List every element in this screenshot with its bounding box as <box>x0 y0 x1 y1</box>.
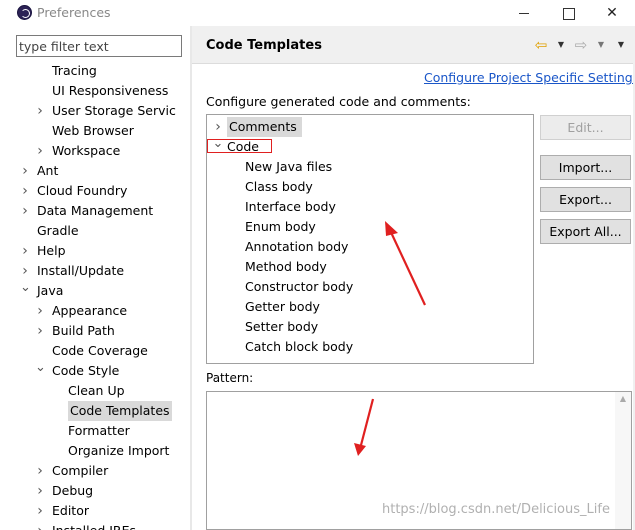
chevron-right-icon[interactable]: › <box>35 461 45 481</box>
template-tree[interactable]: › Comments ⌄ Code New Java files Class body In… <box>206 114 534 364</box>
forward-arrow-icon[interactable]: ⇨ <box>572 36 590 54</box>
tree-item-formatter[interactable]: Formatter <box>68 421 130 441</box>
chevron-right-icon[interactable]: › <box>212 117 224 137</box>
template-item-enum-body[interactable]: Enum body <box>245 217 316 237</box>
template-item-getter-body[interactable]: Getter body <box>245 297 320 317</box>
tree-item-tracing[interactable]: Tracing <box>52 61 97 81</box>
export-all-button[interactable]: Export All... <box>540 219 631 244</box>
configure-label: Configure generated code and comments: <box>206 94 471 109</box>
chevron-down-icon[interactable]: ⌄ <box>212 137 224 157</box>
chevron-down-icon[interactable]: ⌄ <box>20 281 31 301</box>
tree-item-user-storage-servic[interactable]: User Storage Servic <box>52 101 176 121</box>
preferences-sidebar: TracingUI Responsiveness › User Storage Se… <box>0 26 190 530</box>
chevron-down-icon[interactable]: ⌄ <box>35 361 46 381</box>
chevron-right-icon[interactable]: › <box>35 501 45 521</box>
tree-item-web-browser[interactable]: Web Browser <box>52 121 134 141</box>
page-header: Code Templates ⇦ ▼ ⇨ ▼ ▼ <box>192 26 635 64</box>
template-item-new-java-files[interactable]: New Java files <box>245 157 332 177</box>
tree-item-ant[interactable]: Ant <box>37 161 58 181</box>
tree-item-help[interactable]: Help <box>37 241 66 261</box>
tree-item-code-templates[interactable]: Code Templates <box>68 401 172 421</box>
chevron-right-icon[interactable]: › <box>20 261 30 281</box>
scroll-up-arrow-icon[interactable]: ▲ <box>615 394 631 403</box>
template-item-code[interactable]: Code <box>227 137 259 157</box>
template-item-constructor-body[interactable]: Constructor body <box>245 277 353 297</box>
title-bar: Preferences ✕ <box>0 0 635 26</box>
template-item-annotation-body[interactable]: Annotation body <box>245 237 348 257</box>
chevron-right-icon[interactable]: › <box>35 521 45 530</box>
tree-item-code-style[interactable]: Code Style <box>52 361 119 381</box>
watermark: https://blog.csdn.net/Delicious_Life <box>382 502 610 517</box>
tree-item-gradle[interactable]: Gradle <box>37 221 79 241</box>
chevron-right-icon[interactable]: › <box>20 181 30 201</box>
minimize-button[interactable] <box>512 3 536 23</box>
configure-project-settings-link[interactable]: Configure Project Specific Settings... <box>424 70 635 85</box>
page-title: Code Templates <box>206 38 322 53</box>
tree-item-build-path[interactable]: Build Path <box>52 321 115 341</box>
tree-item-ui-responsiveness[interactable]: UI Responsiveness <box>52 81 168 101</box>
tree-item-editor[interactable]: Editor <box>52 501 89 521</box>
tree-item-organize-import[interactable]: Organize Import <box>68 441 169 461</box>
filter-input[interactable] <box>16 35 182 57</box>
template-item-comments[interactable]: Comments <box>227 117 302 137</box>
chevron-right-icon[interactable]: › <box>35 101 45 121</box>
tree-item-install-update[interactable]: Install/Update <box>37 261 124 281</box>
chevron-right-icon[interactable]: › <box>35 301 45 321</box>
template-item-method-body[interactable]: Method body <box>245 257 327 277</box>
tree-item-compiler[interactable]: Compiler <box>52 461 108 481</box>
tree-item-installed-jres[interactable]: Installed JREs <box>52 521 136 530</box>
tree-item-debug[interactable]: Debug <box>52 481 93 501</box>
pattern-scrollbar[interactable]: ▲ <box>615 392 631 529</box>
tree-item-cloud-foundry[interactable]: Cloud Foundry <box>37 181 127 201</box>
window-title: Preferences <box>37 5 111 20</box>
template-item-interface-body[interactable]: Interface body <box>245 197 336 217</box>
chevron-right-icon[interactable]: › <box>35 321 45 341</box>
import-button[interactable]: Import... <box>540 155 631 180</box>
forward-dropdown-icon[interactable]: ▼ <box>592 36 610 54</box>
preference-page: Code Templates ⇦ ▼ ⇨ ▼ ▼ Configure Proje… <box>190 26 635 530</box>
chevron-right-icon[interactable]: › <box>35 141 45 161</box>
tree-item-code-coverage[interactable]: Code Coverage <box>52 341 148 361</box>
chevron-right-icon[interactable]: › <box>35 481 45 501</box>
export-button[interactable]: Export... <box>540 187 631 212</box>
tree-item-java[interactable]: Java <box>37 281 63 301</box>
chevron-right-icon[interactable]: › <box>20 161 30 181</box>
view-menu-icon[interactable]: ▼ <box>612 36 630 54</box>
panel-divider[interactable] <box>190 26 192 530</box>
template-item-class-body[interactable]: Class body <box>245 177 313 197</box>
chevron-right-icon[interactable]: › <box>20 201 30 221</box>
edit-button[interactable]: Edit... <box>540 115 631 140</box>
template-item-setter-body[interactable]: Setter body <box>245 317 318 337</box>
pattern-label: Pattern: <box>206 371 254 385</box>
back-arrow-icon[interactable]: ⇦ <box>532 36 550 54</box>
back-dropdown-icon[interactable]: ▼ <box>552 36 570 54</box>
chevron-right-icon[interactable]: › <box>20 241 30 261</box>
tree-item-clean-up[interactable]: Clean Up <box>68 381 125 401</box>
tree-item-appearance[interactable]: Appearance <box>52 301 127 321</box>
tree-item-workspace[interactable]: Workspace <box>52 141 120 161</box>
tree-item-data-management[interactable]: Data Management <box>37 201 153 221</box>
close-button[interactable]: ✕ <box>600 3 624 23</box>
preference-tree: Tracing UI Responsiveness › User Storage Se… <box>16 61 182 530</box>
eclipse-icon <box>17 5 32 20</box>
template-item-catch-block-body[interactable]: Catch block body <box>245 337 353 357</box>
maximize-button[interactable] <box>556 3 580 23</box>
